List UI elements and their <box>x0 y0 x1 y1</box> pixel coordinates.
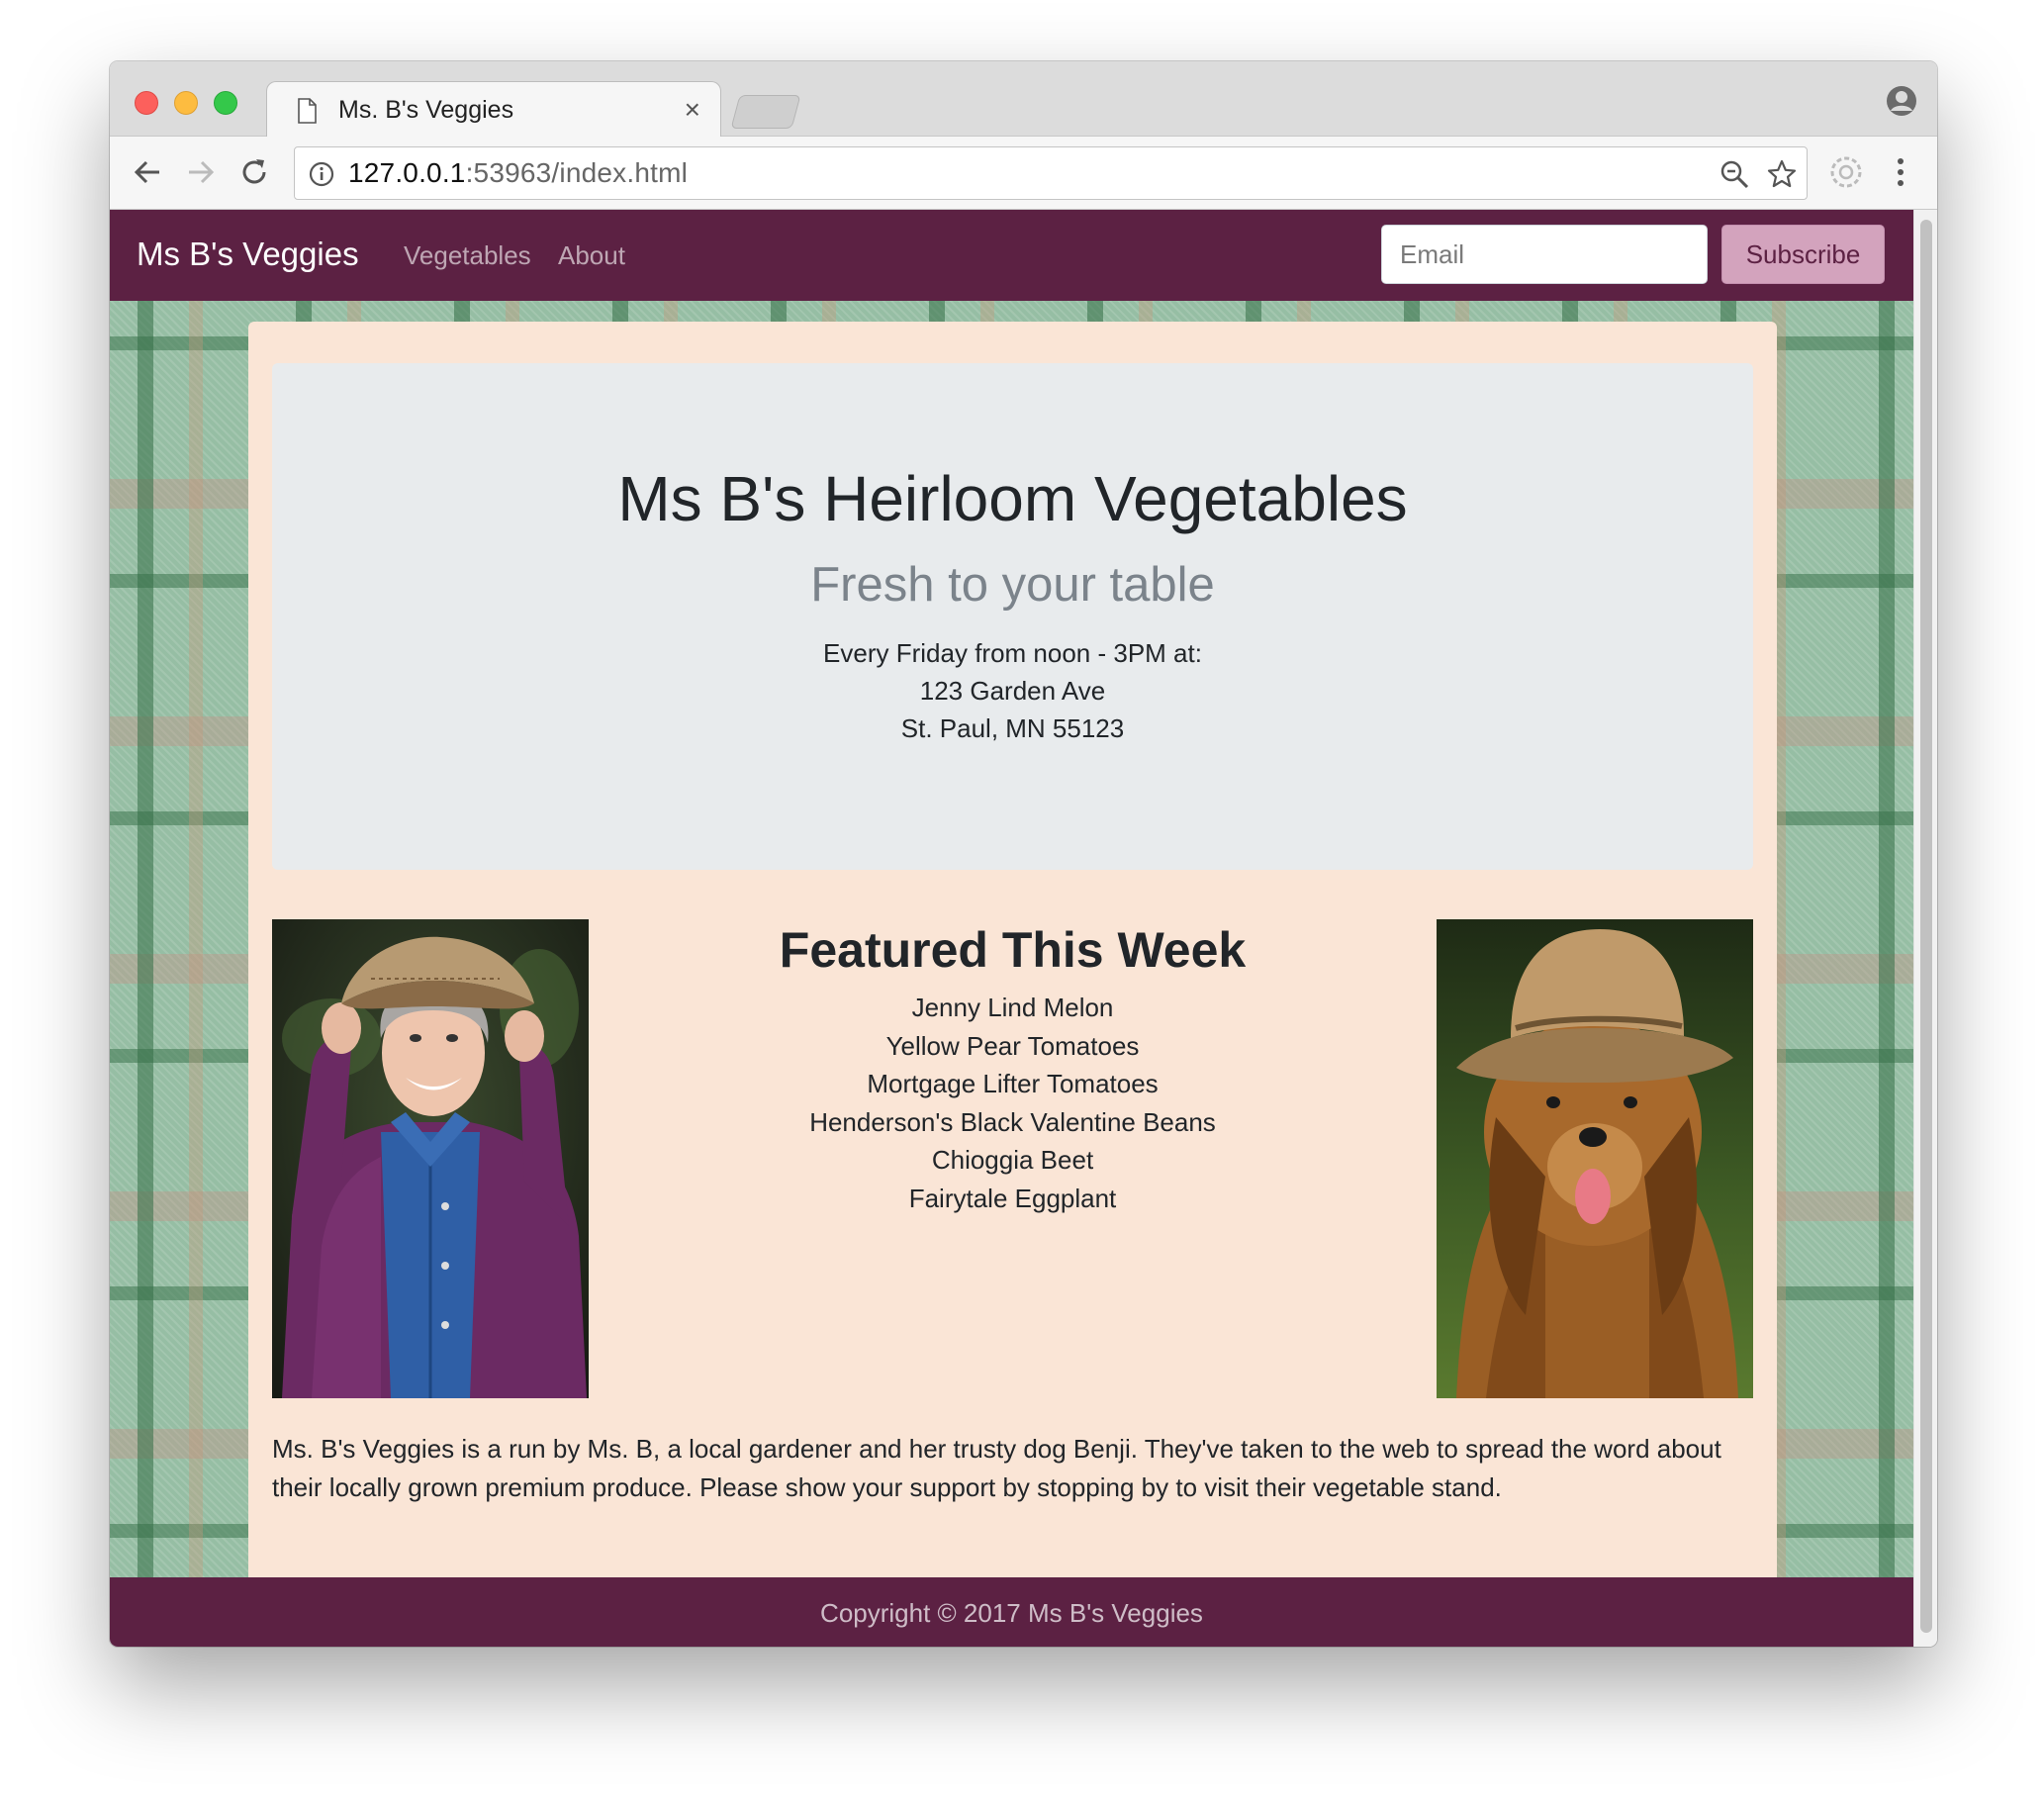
nav-link-about[interactable]: About <box>558 240 625 271</box>
address-line: 123 Garden Ave <box>919 676 1106 706</box>
web-page: Ms B's Veggies Vegetables About Subscrib… <box>110 210 1913 1647</box>
title-bar: Ms. B's Veggies × <box>110 61 1937 138</box>
page-icon <box>298 98 317 124</box>
city-line: St. Paul, MN 55123 <box>900 713 1125 743</box>
featured-list: Jenny Lind Melon Yellow Pear Tomatoes Mo… <box>624 989 1401 1218</box>
close-icon[interactable]: × <box>685 94 700 126</box>
about-paragraph: Ms. B's Veggies is a run by Ms. B, a loc… <box>272 1434 1721 1502</box>
forward-icon[interactable] <box>183 154 219 190</box>
jumbotron: Ms B's Heirloom Vegetables Fresh to your… <box>272 363 1753 870</box>
list-item: Henderson's Black Valentine Beans <box>809 1106 1216 1137</box>
profile-icon[interactable] <box>1886 85 1917 117</box>
site-footer: Copyright © 2017 Ms B's Veggies <box>110 1577 1913 1647</box>
page-viewport: Ms B's Veggies Vegetables About Subscrib… <box>110 210 1937 1647</box>
menu-icon[interactable] <box>1891 154 1910 190</box>
schedule-line: Every Friday from noon - 3PM at: <box>823 638 1202 668</box>
site-navbar: Ms B's Veggies Vegetables About Subscrib… <box>110 210 1913 301</box>
page-subtitle: Fresh to your table <box>810 558 1215 612</box>
list-item: Mortgage Lifter Tomatoes <box>867 1069 1159 1099</box>
browser-window: Ms. B's Veggies × 127.0.0.1:53963/index.… <box>110 61 1937 1647</box>
featured-heading: Featured This Week <box>779 922 1247 978</box>
url-path: :53963/index.html <box>465 157 689 188</box>
back-icon[interactable] <box>130 154 165 190</box>
new-tab-button[interactable] <box>730 95 801 129</box>
url-host: 127.0.0.1 <box>348 157 466 188</box>
list-item: Jenny Lind Melon <box>911 993 1114 1022</box>
close-window-button[interactable] <box>135 91 158 115</box>
browser-tab[interactable]: Ms. B's Veggies × <box>266 81 721 138</box>
tab-title: Ms. B's Veggies <box>338 96 514 124</box>
minimize-window-button[interactable] <box>174 91 198 115</box>
ms-b-photo <box>272 919 589 1398</box>
page-title: Ms B's Heirloom Vegetables <box>617 463 1408 534</box>
copyright-text: Copyright © 2017 Ms B's Veggies <box>820 1598 1203 1628</box>
list-item: Fairytale Eggplant <box>908 1183 1117 1213</box>
page-scrollbar[interactable] <box>1913 210 1937 1647</box>
content-container: Ms B's Heirloom Vegetables Fresh to your… <box>248 322 1777 1577</box>
url-text: 127.0.0.1:53963/index.html <box>348 157 688 189</box>
browser-toolbar: 127.0.0.1:53963/index.html <box>110 137 1937 210</box>
extension-icon[interactable] <box>1829 155 1863 189</box>
scroll-thumb[interactable] <box>1920 220 1932 1633</box>
zoom-window-button[interactable] <box>214 91 237 115</box>
reload-icon[interactable] <box>236 154 272 190</box>
list-item: Yellow Pear Tomatoes <box>885 1030 1140 1061</box>
site-brand[interactable]: Ms B's Veggies <box>137 236 359 273</box>
address-bar[interactable]: 127.0.0.1:53963/index.html <box>294 146 1808 200</box>
star-icon[interactable] <box>1767 159 1797 189</box>
email-input[interactable] <box>1381 225 1708 284</box>
benji-dog-photo <box>1437 919 1753 1398</box>
nav-link-vegetables[interactable]: Vegetables <box>404 240 531 271</box>
schedule-info: Every Friday from noon - 3PM at: 123 Gar… <box>272 634 1753 747</box>
zoom-icon[interactable] <box>1719 159 1749 189</box>
info-icon[interactable] <box>309 161 334 187</box>
subscribe-button[interactable]: Subscribe <box>1721 225 1885 284</box>
list-item: Chioggia Beet <box>931 1145 1094 1176</box>
